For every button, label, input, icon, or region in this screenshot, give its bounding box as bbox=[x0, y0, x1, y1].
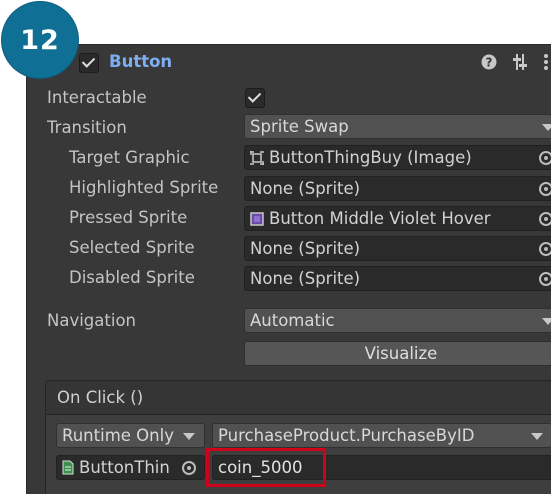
transition-label: Transition bbox=[47, 118, 127, 137]
component-enabled-checkbox[interactable] bbox=[79, 53, 99, 73]
selected-sprite-field[interactable]: None (Sprite) bbox=[244, 236, 551, 261]
call-state-dropdown[interactable]: Runtime Only bbox=[56, 423, 205, 448]
function-dropdown[interactable]: PurchaseProduct.PurchaseByID bbox=[212, 423, 551, 448]
target-object-value: ButtonThin bbox=[79, 458, 170, 477]
function-value: PurchaseProduct.PurchaseByID bbox=[218, 426, 475, 445]
check-icon bbox=[247, 89, 262, 103]
object-picker-icon[interactable] bbox=[539, 272, 551, 286]
navigation-value: Automatic bbox=[250, 311, 335, 330]
chevron-down-icon bbox=[542, 318, 551, 325]
check-icon bbox=[81, 54, 96, 68]
chevron-down-icon bbox=[183, 433, 195, 440]
object-picker-icon[interactable] bbox=[182, 461, 196, 475]
pressed-sprite-label: Pressed Sprite bbox=[69, 208, 188, 227]
visualize-button[interactable]: Visualize bbox=[244, 341, 551, 366]
visualize-label: Visualize bbox=[364, 344, 438, 363]
highlighted-sprite-label: Highlighted Sprite bbox=[69, 178, 219, 197]
help-icon[interactable]: ? bbox=[481, 54, 497, 70]
component-title: Button bbox=[109, 52, 173, 71]
pressed-sprite-value: Button Middle Violet Hover bbox=[269, 209, 491, 228]
highlighted-sprite-value: None (Sprite) bbox=[250, 179, 361, 198]
call-state-value: Runtime Only bbox=[62, 426, 174, 445]
navigation-dropdown[interactable]: Automatic bbox=[244, 308, 551, 333]
more-menu-icon[interactable] bbox=[543, 53, 549, 71]
chevron-down-icon bbox=[531, 433, 543, 440]
on-click-title: On Click () bbox=[57, 388, 144, 407]
transition-value: Sprite Swap bbox=[250, 117, 349, 136]
chevron-down-icon bbox=[542, 124, 551, 131]
script-file-icon bbox=[62, 460, 74, 475]
navigation-label: Navigation bbox=[47, 311, 136, 330]
sprite-asset-icon bbox=[250, 212, 264, 226]
pressed-sprite-field[interactable]: Button Middle Violet Hover bbox=[244, 206, 551, 231]
interactable-checkbox[interactable] bbox=[245, 88, 265, 108]
object-picker-icon[interactable] bbox=[539, 212, 551, 226]
disabled-sprite-label: Disabled Sprite bbox=[69, 268, 195, 287]
selected-sprite-value: None (Sprite) bbox=[250, 239, 361, 258]
highlighted-sprite-field[interactable]: None (Sprite) bbox=[244, 176, 551, 201]
selected-sprite-label: Selected Sprite bbox=[69, 238, 195, 257]
disabled-sprite-field[interactable]: None (Sprite) bbox=[244, 266, 551, 291]
image-component-icon bbox=[250, 151, 264, 165]
target-graphic-value: ButtonThingBuy (Image) bbox=[269, 148, 472, 167]
object-picker-icon[interactable] bbox=[539, 151, 551, 165]
disabled-sprite-value: None (Sprite) bbox=[250, 269, 361, 288]
object-picker-icon[interactable] bbox=[539, 242, 551, 256]
object-picker-icon[interactable] bbox=[539, 182, 551, 196]
highlight-box bbox=[206, 448, 326, 487]
preset-icon[interactable] bbox=[512, 53, 528, 71]
on-click-header: On Click () bbox=[46, 381, 551, 415]
transition-dropdown[interactable]: Sprite Swap bbox=[244, 114, 551, 139]
svg-text:?: ? bbox=[486, 56, 493, 70]
target-graphic-label: Target Graphic bbox=[69, 148, 190, 167]
target-graphic-field[interactable]: ButtonThingBuy (Image) bbox=[244, 145, 551, 170]
interactable-label: Interactable bbox=[47, 88, 147, 107]
inspector-screenshot: 12 Button ? Interactable Transition Spri… bbox=[0, 0, 551, 494]
target-object-field[interactable]: ButtonThin bbox=[56, 455, 205, 480]
step-badge: 12 bbox=[2, 2, 78, 78]
